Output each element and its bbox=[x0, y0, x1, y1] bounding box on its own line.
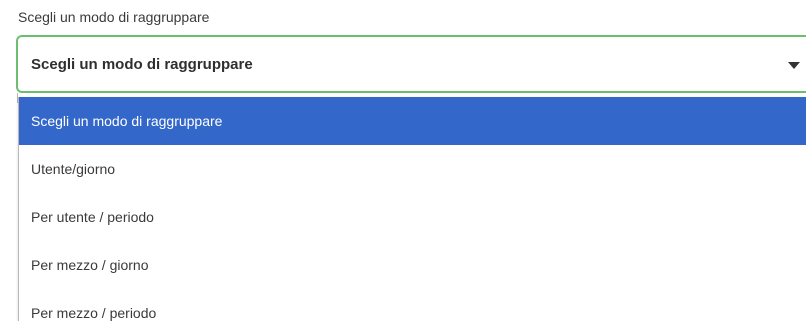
dropdown-option-placeholder[interactable]: Scegli un modo di raggruppare bbox=[19, 97, 806, 145]
dropdown-option-vehicle-day[interactable]: Per mezzo / giorno bbox=[19, 241, 806, 289]
dropdown-option-user-period[interactable]: Per utente / periodo bbox=[19, 193, 806, 241]
group-by-label: Scegli un modo di raggruppare bbox=[18, 9, 210, 25]
group-by-dropdown-list: Scegli un modo di raggruppare Utente/gio… bbox=[18, 97, 806, 321]
dropdown-option-vehicle-period[interactable]: Per mezzo / periodo bbox=[19, 289, 806, 321]
group-by-select[interactable]: Scegli un modo di raggruppare bbox=[16, 35, 806, 93]
page: Scegli un modo di raggruppare Scegli un … bbox=[0, 0, 806, 321]
dropdown-option-user-day[interactable]: Utente/giorno bbox=[19, 145, 806, 193]
group-by-select-value: Scegli un modo di raggruppare bbox=[31, 56, 253, 73]
chevron-down-icon bbox=[788, 62, 800, 69]
